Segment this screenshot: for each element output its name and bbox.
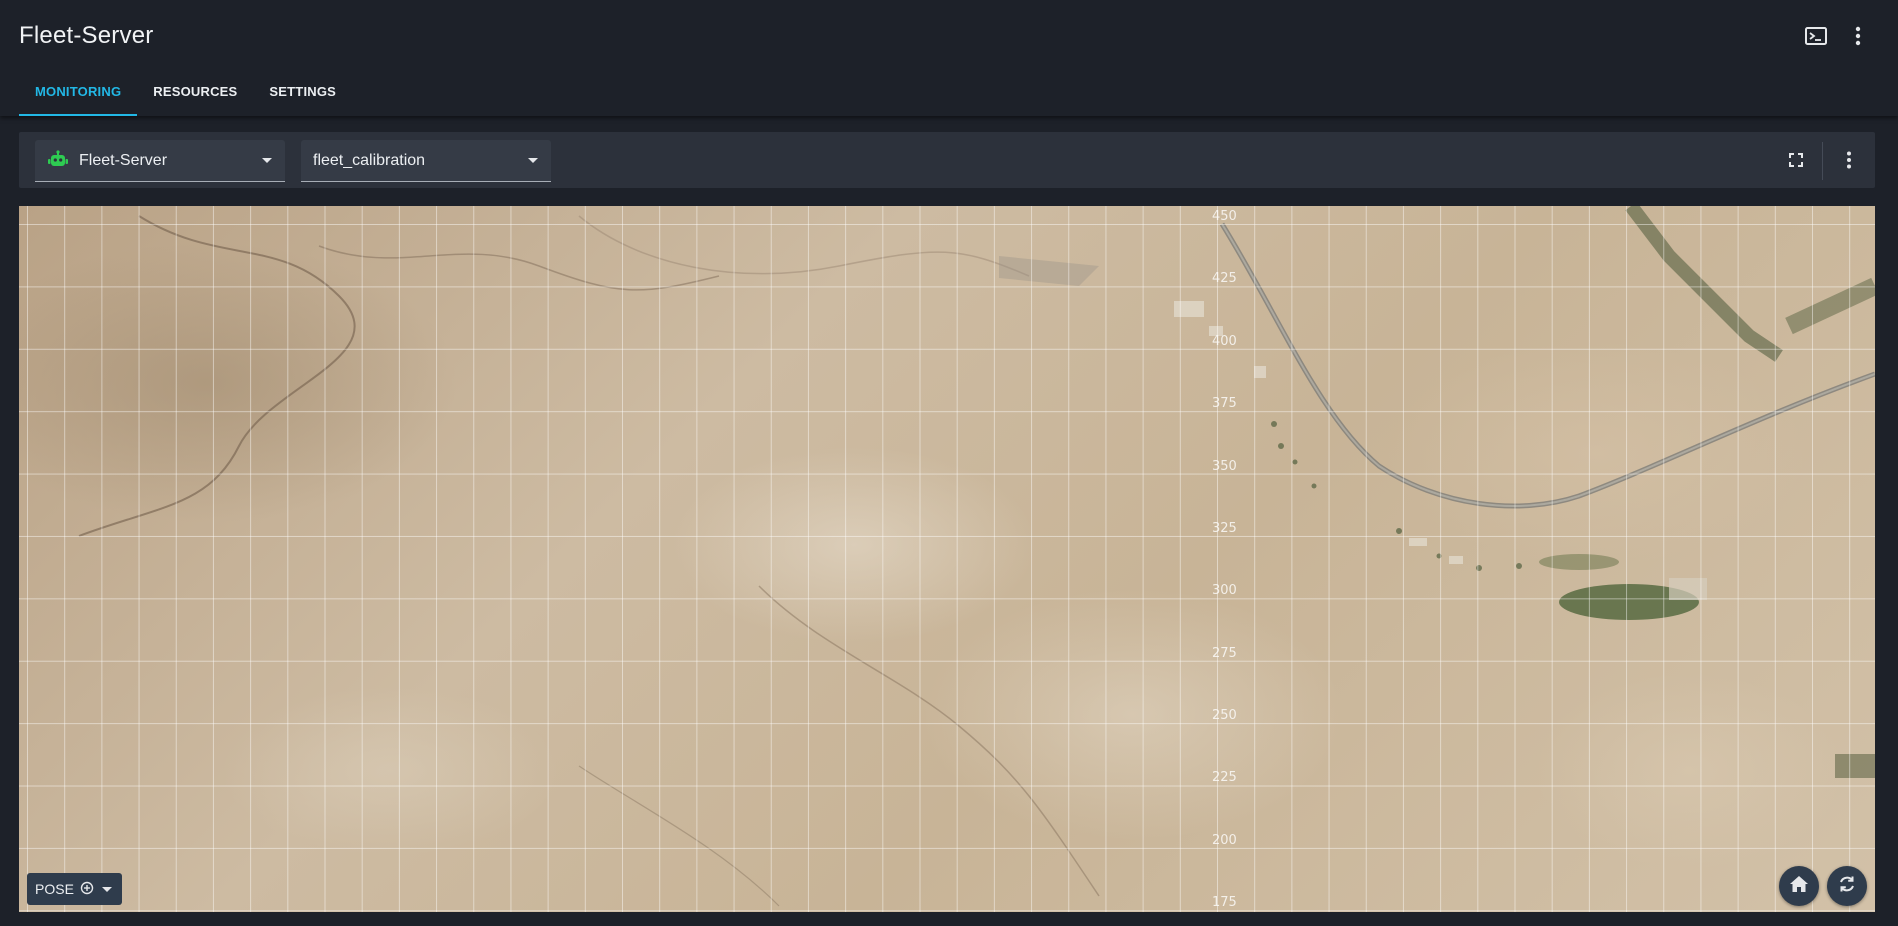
app-title: Fleet-Server <box>19 22 154 49</box>
y-axis-label: 450 <box>1212 209 1237 224</box>
tab-settings[interactable]: SETTINGS <box>253 76 352 116</box>
y-axis-label: 425 <box>1212 271 1237 286</box>
map-select[interactable]: fleet_calibration <box>301 140 551 182</box>
robot-select[interactable]: Fleet-Server <box>35 140 285 182</box>
chevron-down-icon <box>262 158 272 163</box>
home-button[interactable] <box>1779 866 1819 906</box>
chevron-down-icon <box>101 886 112 892</box>
y-axis-label: 400 <box>1212 334 1237 349</box>
terminal-icon[interactable] <box>1802 22 1830 50</box>
y-axis-label: 300 <box>1212 583 1237 598</box>
toolbar-divider <box>1822 142 1823 180</box>
tab-resources[interactable]: RESOURCES <box>137 76 253 116</box>
y-axis-label: 225 <box>1212 770 1237 785</box>
target-icon <box>80 881 94 898</box>
satellite-terrain <box>78 206 1875 907</box>
y-axis-label: 375 <box>1212 396 1237 411</box>
y-axis-label: 200 <box>1212 833 1237 848</box>
home-icon <box>1789 875 1809 898</box>
pose-button-label: POSE <box>35 881 74 897</box>
y-axis-label: 350 <box>1212 459 1237 474</box>
pose-button[interactable]: POSE <box>27 873 122 905</box>
robot-select-value: Fleet-Server <box>79 151 168 169</box>
app-header: Fleet-Server MONITORING RESOURCES SETTIN… <box>0 0 1898 116</box>
y-axis-label: 275 <box>1212 646 1237 661</box>
toolbar-menu-icon[interactable] <box>1835 146 1863 174</box>
refresh-button[interactable] <box>1827 866 1867 906</box>
map-select-value: fleet_calibration <box>313 151 426 169</box>
refresh-icon <box>1837 874 1857 899</box>
chevron-down-icon <box>528 158 538 163</box>
map-toolbar: Fleet-Server fleet_calibration <box>19 132 1875 188</box>
tab-bar: MONITORING RESOURCES SETTINGS <box>19 76 352 116</box>
y-axis-label: 325 <box>1212 521 1237 536</box>
y-axis-label: 250 <box>1212 708 1237 723</box>
fullscreen-icon[interactable] <box>1782 146 1810 174</box>
robot-icon <box>48 150 68 175</box>
map-viewport[interactable]: 450 425 400 375 350 325 300 275 250 225 … <box>19 206 1875 912</box>
more-vert-icon[interactable] <box>1844 22 1872 50</box>
tab-monitoring[interactable]: MONITORING <box>19 76 138 116</box>
y-axis-label: 175 <box>1212 895 1237 910</box>
